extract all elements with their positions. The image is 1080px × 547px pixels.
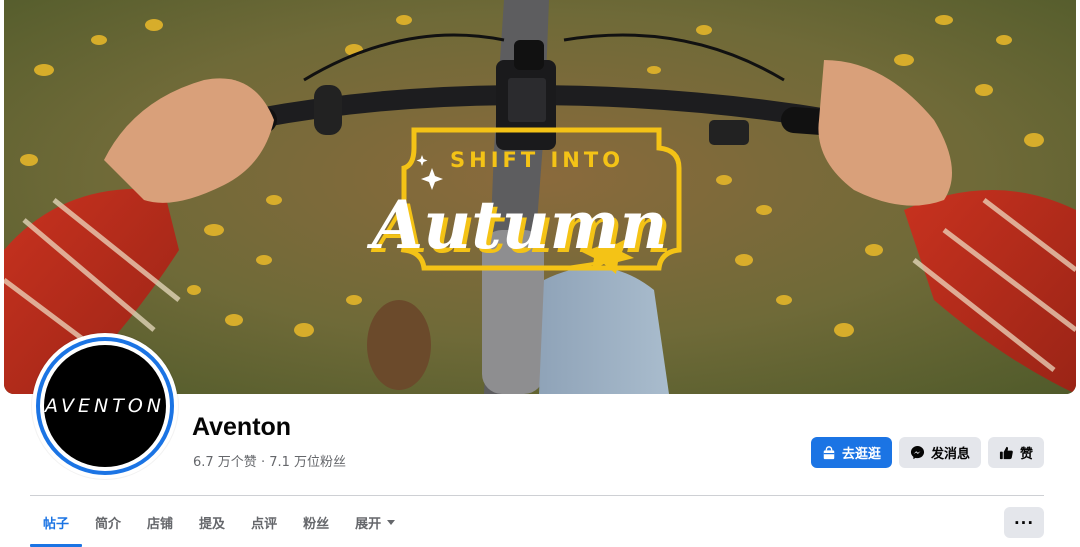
avatar-logo-text: AVENTON (44, 395, 166, 417)
tab-label: 帖子 (43, 516, 70, 532)
tab-label: 粉丝 (303, 516, 330, 532)
facebook-page-header: SHIFT INTO Autumn Autumn AVENTON Aventon… (0, 0, 1080, 547)
tab-label: 提及 (199, 516, 226, 532)
message-button[interactable]: 发消息 (898, 437, 981, 468)
shop-button[interactable]: 去逛逛 (810, 437, 892, 468)
more-options-button[interactable]: ··· (1004, 507, 1044, 538)
message-button-label: 发消息 (930, 447, 970, 462)
avatar-story-ring: AVENTON (36, 337, 174, 475)
like-button[interactable]: 赞 (987, 437, 1044, 468)
tab-label: 点评 (251, 516, 278, 532)
tab-label: 店铺 (147, 516, 174, 532)
page-actions: 去逛逛 发消息 赞 (810, 437, 1044, 468)
messenger-icon (910, 445, 925, 460)
tab-posts[interactable]: 帖子 (30, 500, 83, 547)
avatar-logo-badge: AVENTON (44, 345, 166, 467)
cover-illustration: SHIFT INTO Autumn Autumn (4, 0, 1076, 394)
page-tabs: 帖子 简介 店铺 提及 点评 粉丝 展开 (30, 500, 408, 547)
tab-reviews[interactable]: 点评 (238, 500, 290, 544)
header-divider (30, 495, 1044, 496)
tab-shop[interactable]: 店铺 (134, 500, 186, 544)
cover-photo[interactable]: SHIFT INTO Autumn Autumn (4, 0, 1076, 394)
more-dots-icon: ··· (1013, 513, 1035, 532)
tab-label: 展开 (355, 516, 382, 532)
caret-down-icon (387, 519, 396, 525)
shop-bag-icon (823, 445, 835, 459)
banner-headline: Autumn (366, 186, 668, 264)
avatar[interactable]: AVENTON (32, 333, 178, 479)
tab-more-dropdown[interactable]: 展开 (342, 500, 408, 544)
page-stats: 6.7 万个赞 · 7.1 万位粉丝 (193, 455, 347, 470)
tab-followers[interactable]: 粉丝 (290, 500, 342, 544)
page-title[interactable]: Aventon (192, 413, 291, 442)
shop-button-label: 去逛逛 (841, 447, 881, 462)
tab-mentions[interactable]: 提及 (186, 500, 238, 544)
like-button-label: 赞 (1019, 447, 1033, 462)
banner-kicker: SHIFT INTO (450, 148, 624, 172)
tab-about[interactable]: 简介 (82, 500, 134, 544)
thumbs-up-icon (999, 446, 1013, 460)
tab-label: 简介 (95, 516, 122, 532)
